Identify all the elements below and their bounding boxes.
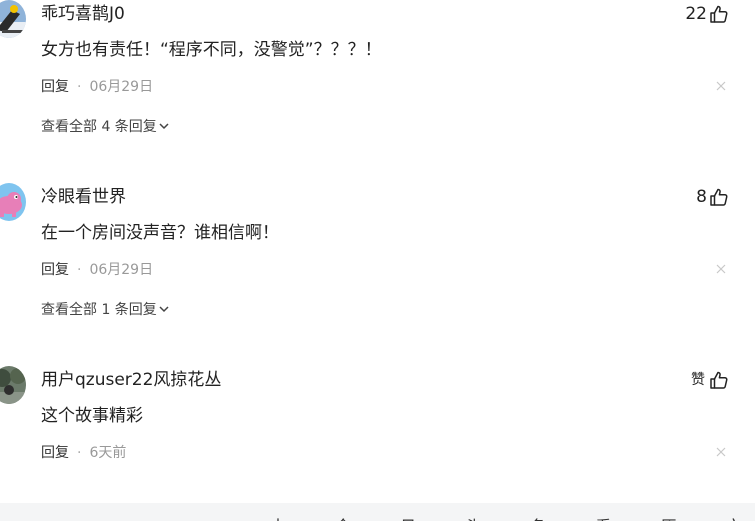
thumb-up-icon: [710, 5, 728, 23]
comment-username[interactable]: 乖巧喜鹊J0: [41, 3, 125, 25]
meta-separator: ·: [77, 79, 82, 95]
like-button[interactable]: 赞: [691, 368, 729, 392]
comment-text: 在一个房间没声音？谁相信啊！: [41, 223, 279, 243]
like-count: 22: [685, 4, 707, 24]
comment-meta: 回复 · 06月29日: [41, 260, 153, 280]
view-all-replies-button[interactable]: 查看全部 4 条回复: [41, 117, 170, 137]
close-icon[interactable]: [715, 263, 727, 275]
avatar[interactable]: [0, 366, 26, 404]
chevron-down-icon: [159, 306, 169, 313]
like-button[interactable]: 8: [696, 185, 729, 209]
comment-username[interactable]: 用户qzuser22风掠花丛: [41, 369, 221, 391]
comment-text: 女方也有责任！“程序不同，没警觉”？？？！: [41, 40, 382, 60]
comment-meta: 回复 · 6天前: [41, 443, 126, 463]
like-button[interactable]: 22: [685, 2, 729, 26]
bottom-action-bar[interactable]: 去 今 日 头 条 看 原 文: [0, 503, 755, 521]
close-icon[interactable]: [715, 446, 727, 458]
comment-text: 这个故事精彩: [41, 406, 143, 426]
view-all-replies-button[interactable]: 查看全部 1 条回复: [41, 300, 170, 320]
reply-button[interactable]: 回复: [41, 445, 69, 461]
thumb-up-icon: [710, 188, 728, 206]
avatar[interactable]: [0, 183, 26, 221]
reply-button[interactable]: 回复: [41, 262, 69, 278]
comment-date: 06月29日: [89, 262, 154, 278]
avatar[interactable]: [0, 0, 26, 38]
view-all-replies-label: 查看全部 4 条回复: [41, 119, 157, 135]
bottom-bar-label: 去 今 日 头 条 看 原 文: [270, 513, 755, 521]
close-icon[interactable]: [715, 80, 727, 92]
comment-meta: 回复 · 06月29日: [41, 77, 153, 97]
comment-username[interactable]: 冷眼看世界: [41, 186, 126, 208]
comment-date: 6天前: [89, 445, 127, 461]
reply-button[interactable]: 回复: [41, 79, 69, 95]
meta-separator: ·: [77, 262, 82, 278]
chevron-down-icon: [159, 123, 169, 130]
comment-date: 06月29日: [89, 79, 154, 95]
like-label: 赞: [691, 372, 705, 388]
comment-list-page: 乖巧喜鹊J0 女方也有责任！“程序不同，没警觉”？？？！ 回复 · 06月29日 查…: [0, 0, 755, 521]
view-all-replies-label: 查看全部 1 条回复: [41, 302, 157, 318]
thumb-up-icon: [710, 371, 728, 389]
meta-separator: ·: [77, 445, 82, 461]
like-count: 8: [696, 187, 707, 207]
